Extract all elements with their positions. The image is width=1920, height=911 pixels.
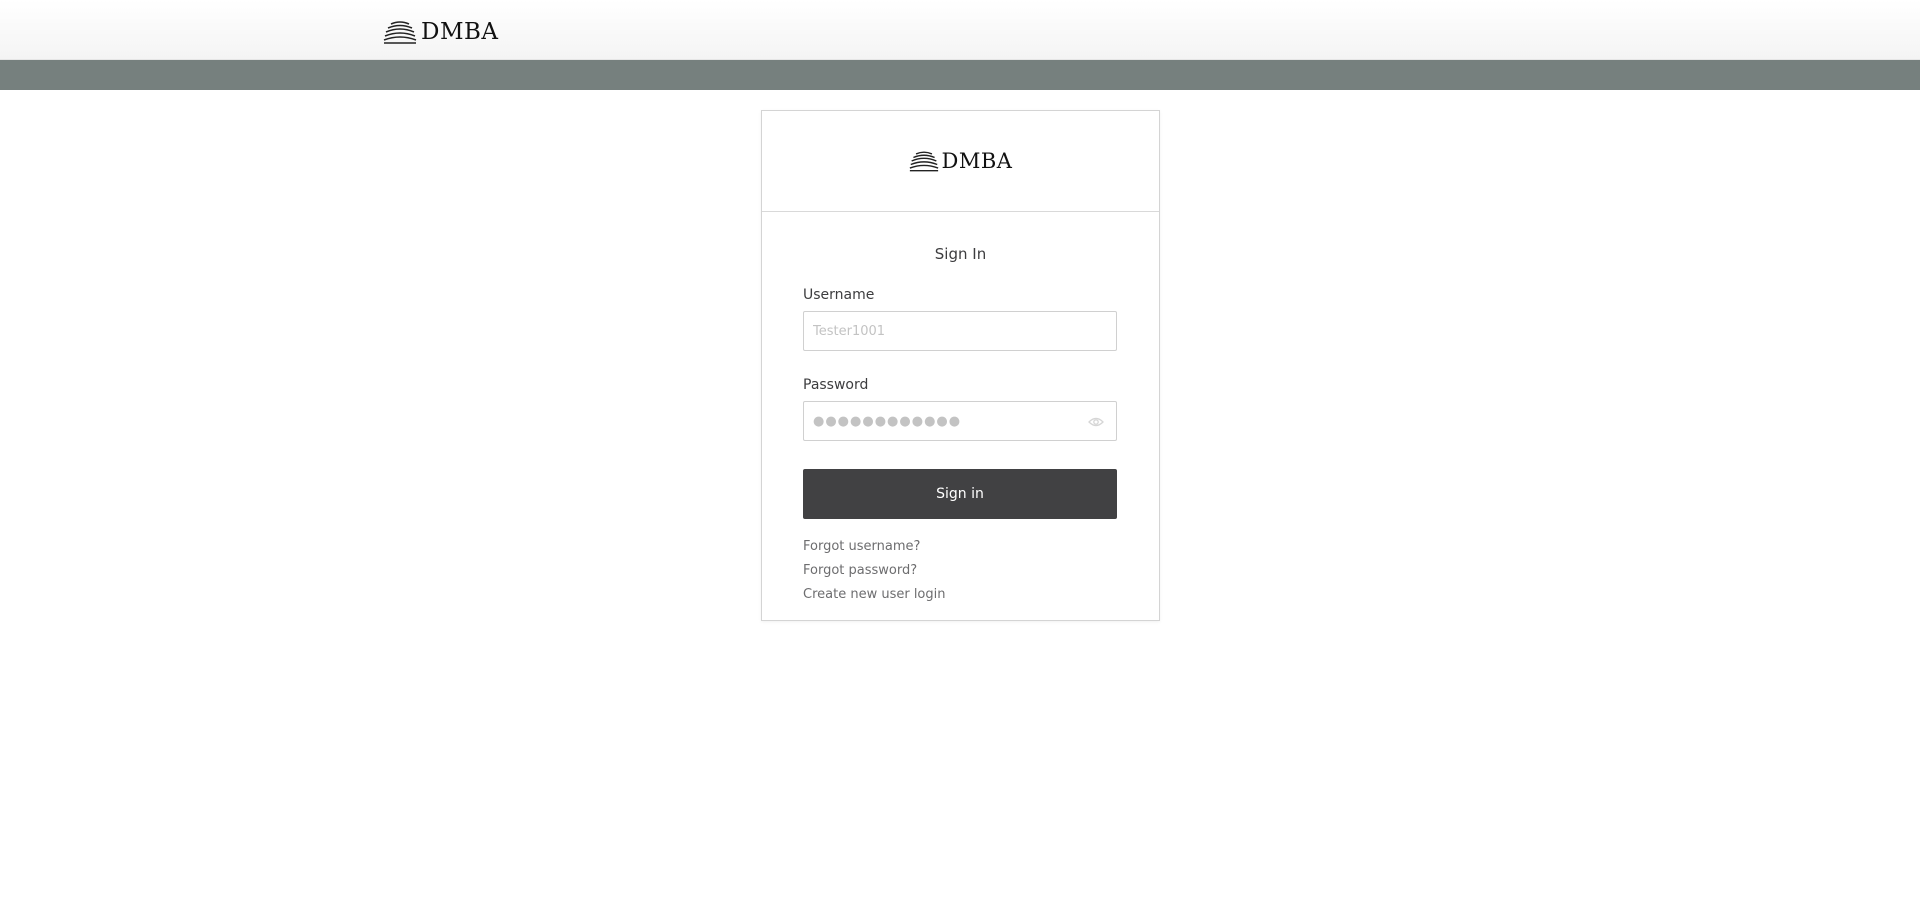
forgot-username-link[interactable]: Forgot username? xyxy=(803,539,1118,557)
signin-card: DMBA Sign In Username Password Sign in F… xyxy=(761,110,1160,621)
card-logo-text: DMBA xyxy=(941,149,1013,173)
forgot-password-link[interactable]: Forgot password? xyxy=(803,563,1118,581)
signin-form: Sign In Username Password Sign in Forgot… xyxy=(762,245,1159,605)
page-title: Sign In xyxy=(934,245,987,263)
dmba-arches-icon xyxy=(909,151,938,172)
header-logo[interactable]: DMBA xyxy=(383,19,499,45)
header-stripe xyxy=(0,60,1920,90)
password-field-wrapper xyxy=(803,401,1117,441)
dmba-arches-icon xyxy=(383,21,417,44)
password-input[interactable] xyxy=(804,402,1116,440)
username-label: Username xyxy=(803,287,875,303)
eye-icon[interactable] xyxy=(1088,416,1104,428)
password-label: Password xyxy=(803,377,869,393)
top-header: DMBA xyxy=(0,0,1920,60)
signin-button[interactable]: Sign in xyxy=(803,469,1117,519)
username-input[interactable] xyxy=(804,312,1116,350)
username-field-wrapper xyxy=(803,311,1117,351)
card-logo: DMBA xyxy=(762,111,1159,212)
header-logo-text: DMBA xyxy=(421,19,499,45)
help-links: Forgot username? Forgot password? Create… xyxy=(803,539,1118,605)
create-login-link[interactable]: Create new user login xyxy=(803,587,1118,605)
